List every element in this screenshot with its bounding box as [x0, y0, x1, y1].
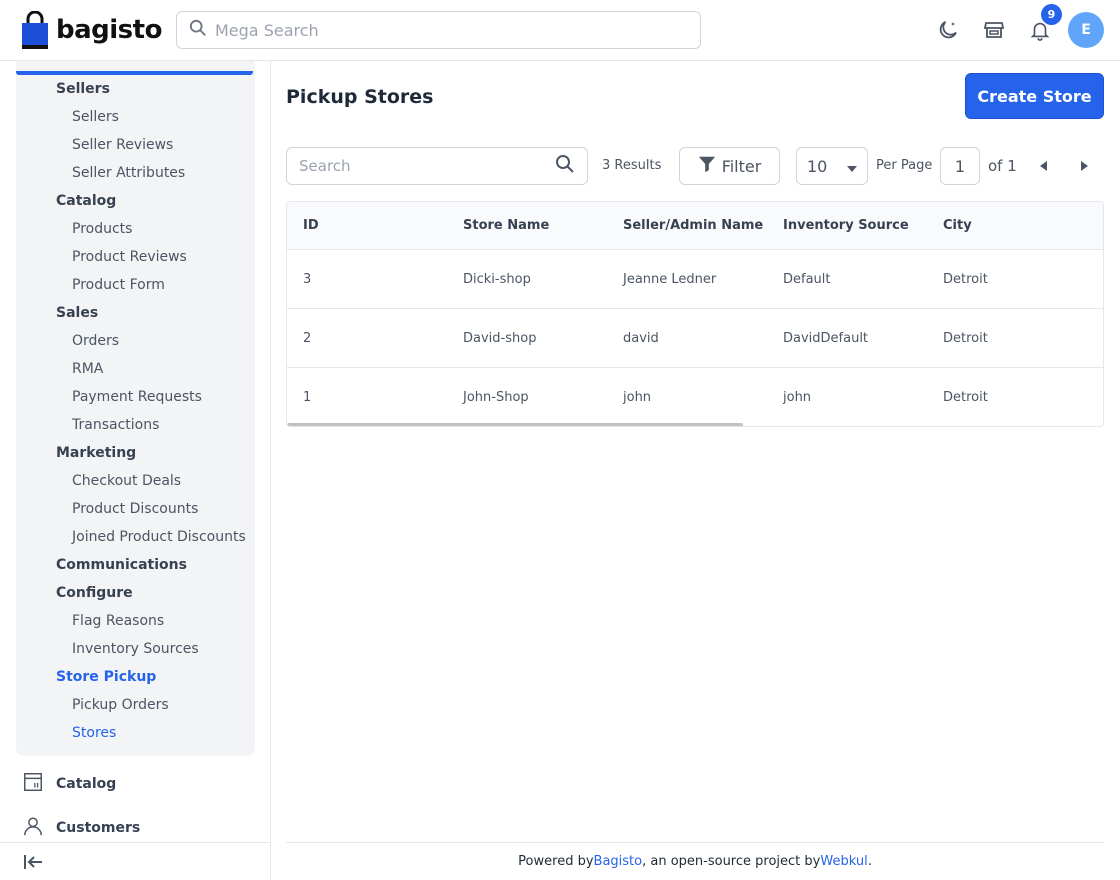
sidebar-item-inventory-sources[interactable]: Inventory Sources: [72, 641, 199, 657]
notification-badge: 9: [1041, 4, 1062, 25]
sidebar-item-product-reviews[interactable]: Product Reviews: [72, 249, 187, 265]
results-count: 3 Results: [602, 158, 662, 173]
cell-id: 1: [303, 390, 312, 405]
sidebar-item-product-discounts[interactable]: Product Discounts: [72, 501, 198, 517]
caret-down-icon: [847, 157, 857, 176]
sidebar-item-stores[interactable]: Stores: [72, 725, 116, 741]
sidebar-item-payment-requests[interactable]: Payment Requests: [72, 389, 202, 405]
sidebar-item-label: Catalog: [56, 776, 117, 792]
per-page-value: 10: [807, 156, 828, 176]
column-header-city[interactable]: City: [943, 218, 972, 233]
footer: Powered by Bagisto , an open-source proj…: [286, 842, 1104, 880]
catalog-icon: [22, 771, 44, 797]
table-header: ID Store Name Seller/Admin Name Inventor…: [287, 202, 1103, 250]
active-section-indicator: [16, 71, 253, 75]
sidebar-item-configure[interactable]: Configure: [56, 585, 133, 601]
sidebar-footer: [0, 842, 270, 880]
column-header-seller-admin-name[interactable]: Seller/Admin Name: [623, 218, 763, 233]
sidebar-item-sellers[interactable]: Sellers: [56, 81, 110, 97]
filter-icon: [698, 155, 716, 177]
filter-button[interactable]: Filter: [679, 147, 780, 185]
store-icon[interactable]: [980, 16, 1008, 44]
footer-middle: , an open-source project by: [642, 854, 821, 869]
footer-prefix: Powered by: [518, 854, 594, 869]
sidebar-item-catalog[interactable]: Catalog: [56, 193, 116, 209]
sidebar-item-checkout-deals[interactable]: Checkout Deals: [72, 473, 181, 489]
page-number-input[interactable]: [940, 147, 980, 185]
column-header-inventory-source[interactable]: Inventory Source: [783, 218, 909, 233]
sidebar-item-transactions[interactable]: Transactions: [72, 417, 159, 433]
sidebar-item-sellers[interactable]: Sellers: [72, 109, 119, 125]
table-row[interactable]: 1 John-Shop john john Detroit: [287, 368, 1103, 426]
sidebar-item-pickup-orders[interactable]: Pickup Orders: [72, 697, 169, 713]
page-title: Pickup Stores: [286, 86, 434, 108]
logo-text: bagisto: [56, 15, 162, 45]
column-header-store-name[interactable]: Store Name: [463, 218, 549, 233]
cell-city: Detroit: [943, 272, 988, 287]
avatar[interactable]: E: [1068, 12, 1104, 48]
cell-inventory-source: john: [783, 390, 812, 405]
sidebar-item-flag-reasons[interactable]: Flag Reasons: [72, 613, 164, 629]
cell-store-name: John-Shop: [463, 390, 529, 405]
mega-search-input[interactable]: [215, 20, 675, 40]
cell-id: 2: [303, 331, 312, 346]
bag-logo-icon: [20, 10, 50, 49]
datagrid-search-input[interactable]: [299, 157, 539, 175]
per-page-label: Per Page: [876, 158, 933, 173]
sidebar-item-marketing[interactable]: Marketing: [56, 445, 136, 461]
cell-seller-name: john: [623, 390, 652, 405]
customers-icon: [22, 815, 44, 841]
sidebar-item-product-form[interactable]: Product Form: [72, 277, 165, 293]
cell-store-name: David-shop: [463, 331, 537, 346]
sidebar-item-seller-reviews[interactable]: Seller Reviews: [72, 137, 173, 153]
search-icon: [189, 19, 207, 41]
sidebar-item-customers[interactable]: Customers: [22, 815, 140, 841]
cell-store-name: Dicki-shop: [463, 272, 531, 287]
create-store-button[interactable]: Create Store: [965, 73, 1104, 119]
sidebar-item-store-pickup[interactable]: Store Pickup: [56, 669, 156, 685]
sidebar-item-catalog[interactable]: Catalog: [22, 771, 116, 797]
horizontal-scrollbar[interactable]: [287, 423, 743, 426]
mega-search-box[interactable]: [176, 11, 701, 49]
sidebar-item-sales[interactable]: Sales: [56, 305, 98, 321]
sidebar-item-communications[interactable]: Communications: [56, 557, 187, 573]
sidebar-item-seller-attributes[interactable]: Seller Attributes: [72, 165, 185, 181]
cell-seller-name: Jeanne Ledner: [623, 272, 717, 287]
sidebar-item-products[interactable]: Products: [72, 221, 132, 237]
sidebar-item-joined-product-discounts[interactable]: Joined Product Discounts: [72, 529, 246, 545]
next-page-icon[interactable]: [1075, 156, 1093, 176]
cell-id: 3: [303, 272, 312, 287]
cell-city: Detroit: [943, 331, 988, 346]
top-header: bagisto 9 E: [0, 0, 1120, 61]
sidebar: Sellers Sellers Seller Reviews Seller Attri…: [0, 61, 271, 880]
sidebar-item-label: Customers: [56, 820, 141, 836]
logo[interactable]: bagisto: [20, 10, 162, 50]
footer-suffix: .: [867, 854, 872, 869]
search-icon[interactable]: [555, 154, 575, 178]
table-row[interactable]: 2 David-shop david DavidDefault Detroit: [287, 309, 1103, 368]
cell-city: Detroit: [943, 390, 988, 405]
cell-seller-name: david: [623, 331, 659, 346]
bagisto-link[interactable]: Bagisto: [594, 854, 643, 869]
dark-mode-icon[interactable]: [934, 16, 962, 44]
page-total-label: of 1: [988, 157, 1017, 175]
sidebar-item-orders[interactable]: Orders: [72, 333, 119, 349]
webkul-link[interactable]: Webkul: [820, 854, 867, 869]
previous-page-icon[interactable]: [1034, 156, 1052, 176]
filter-label: Filter: [721, 156, 762, 176]
collapse-sidebar-icon[interactable]: [23, 853, 43, 875]
table-row[interactable]: 3 Dicki-shop Jeanne Ledner Default Detro…: [287, 250, 1103, 309]
per-page-select[interactable]: 10: [796, 147, 868, 185]
sidebar-item-rma[interactable]: RMA: [72, 361, 103, 377]
cell-inventory-source: Default: [783, 272, 831, 287]
datagrid-search-box[interactable]: [286, 147, 588, 185]
cell-inventory-source: DavidDefault: [783, 331, 869, 346]
column-header-id[interactable]: ID: [303, 218, 319, 233]
stores-table: ID Store Name Seller/Admin Name Inventor…: [286, 201, 1104, 427]
